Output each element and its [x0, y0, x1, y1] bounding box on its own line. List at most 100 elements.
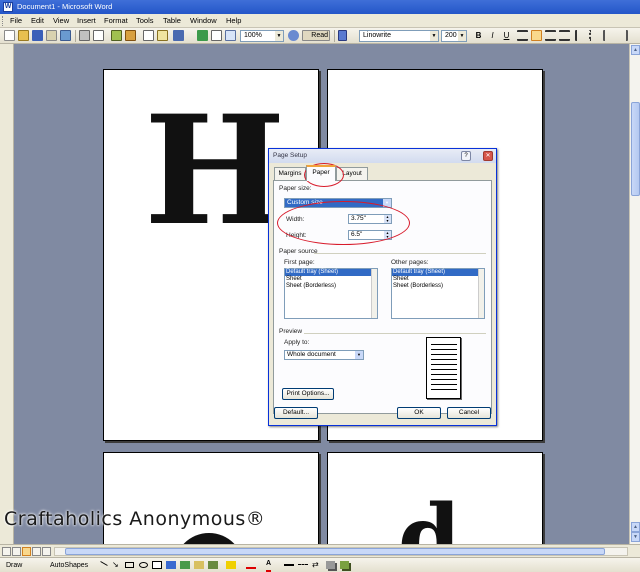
- italic-icon[interactable]: I: [487, 30, 498, 41]
- menu-table[interactable]: Table: [163, 14, 181, 28]
- justify-icon[interactable]: [559, 30, 570, 41]
- dash-style-icon[interactable]: [298, 564, 308, 565]
- dialog-close-button[interactable]: ✕: [483, 151, 493, 161]
- open-folder-icon[interactable]: [18, 30, 29, 41]
- cut-icon[interactable]: [143, 30, 154, 41]
- rectangle-tool-icon[interactable]: [125, 562, 134, 568]
- list-item[interactable]: Default tray (Sheet): [285, 269, 377, 276]
- ok-button[interactable]: OK: [397, 407, 441, 419]
- vertical-scrollbar[interactable]: ▲ ▲ ▼: [629, 44, 640, 544]
- menu-window[interactable]: Window: [190, 14, 217, 28]
- fill-color-icon[interactable]: [226, 561, 236, 569]
- arrow-tool-icon[interactable]: ↘: [112, 561, 119, 569]
- menu-view[interactable]: View: [53, 14, 69, 28]
- print-options-button[interactable]: Print Options...: [282, 388, 334, 400]
- first-page-listbox[interactable]: Default tray (Sheet) Sheet Sheet (Border…: [284, 268, 378, 319]
- web-layout-view-icon[interactable]: [12, 547, 21, 556]
- align-right-icon[interactable]: [545, 30, 556, 41]
- listbox-scrollbar[interactable]: [478, 269, 484, 318]
- normal-view-icon[interactable]: [2, 547, 11, 556]
- 3d-style-icon[interactable]: [340, 561, 349, 569]
- menu-help[interactable]: Help: [226, 14, 241, 28]
- menubar-grip[interactable]: [2, 16, 5, 26]
- font-size-dropdown-icon[interactable]: ▼: [458, 31, 466, 41]
- horizontal-scrollbar[interactable]: [54, 547, 628, 556]
- help-icon[interactable]: [288, 30, 299, 41]
- wordart-icon[interactable]: [166, 561, 176, 569]
- email-icon[interactable]: [60, 30, 71, 41]
- line-color-icon[interactable]: [246, 561, 256, 569]
- reading-layout-view-icon[interactable]: [42, 547, 51, 556]
- align-center-icon[interactable]: [531, 30, 542, 41]
- clip-art-icon[interactable]: [194, 561, 204, 569]
- styles-icon[interactable]: [338, 30, 347, 41]
- zoom-dropdown-icon[interactable]: ▼: [275, 31, 283, 41]
- list-item[interactable]: Sheet (Borderless): [285, 283, 377, 290]
- menu-insert[interactable]: Insert: [77, 14, 96, 28]
- list-item[interactable]: Sheet (Borderless): [392, 283, 484, 290]
- page-3[interactable]: [103, 452, 319, 572]
- font-size-select[interactable]: 200 ▼: [441, 30, 467, 42]
- menu-edit[interactable]: Edit: [31, 14, 44, 28]
- menu-tools[interactable]: Tools: [136, 14, 154, 28]
- dialog-help-button[interactable]: ?: [461, 151, 471, 161]
- menu-format[interactable]: Format: [104, 14, 128, 28]
- horizontal-scroll-thumb[interactable]: [65, 548, 605, 555]
- next-page-icon[interactable]: ▼: [631, 532, 640, 542]
- spelling-icon[interactable]: [111, 30, 122, 41]
- drawing-toolbar: Draw AutoShapes ↘ A ⇄: [0, 557, 640, 572]
- line-tool-icon[interactable]: [100, 561, 108, 566]
- print-icon[interactable]: [79, 30, 90, 41]
- read-button[interactable]: Read: [302, 30, 330, 41]
- paste-icon[interactable]: [157, 30, 168, 41]
- numbering-icon[interactable]: [575, 30, 586, 41]
- menu-file[interactable]: File: [10, 14, 22, 28]
- oval-tool-icon[interactable]: [139, 562, 148, 568]
- cancel-button[interactable]: Cancel: [447, 407, 491, 419]
- font-name-select[interactable]: Linowrite ▼: [359, 30, 439, 42]
- list-item[interactable]: Sheet: [392, 276, 484, 283]
- outline-view-icon[interactable]: [32, 547, 41, 556]
- line-style-icon[interactable]: [284, 564, 294, 566]
- default-button[interactable]: Default...: [274, 407, 318, 419]
- research-icon[interactable]: [125, 30, 136, 41]
- save-icon[interactable]: [32, 30, 43, 41]
- shadow-style-icon[interactable]: [326, 561, 335, 569]
- align-left-icon[interactable]: [517, 30, 528, 41]
- bullets-icon[interactable]: [589, 30, 600, 41]
- scroll-up-icon[interactable]: ▲: [631, 45, 640, 55]
- arrow-style-icon[interactable]: ⇄: [312, 561, 319, 569]
- increase-indent-icon[interactable]: [617, 30, 628, 41]
- tab-paper[interactable]: Paper: [306, 165, 336, 181]
- list-item[interactable]: Sheet: [285, 276, 377, 283]
- previous-page-icon[interactable]: ▲: [631, 522, 640, 532]
- decrease-indent-icon[interactable]: [603, 30, 614, 41]
- font-name-dropdown-icon[interactable]: ▼: [430, 31, 438, 41]
- print-preview-icon[interactable]: [93, 30, 104, 41]
- zoom-select[interactable]: 100% ▼: [240, 30, 284, 42]
- autoshapes-menu[interactable]: AutoShapes: [50, 558, 88, 572]
- hyperlink-icon[interactable]: [197, 30, 208, 41]
- underline-icon[interactable]: U: [501, 30, 512, 41]
- permission-icon[interactable]: [46, 30, 57, 41]
- list-item[interactable]: Default tray (Sheet): [392, 269, 484, 276]
- diagram-icon[interactable]: [180, 561, 190, 569]
- tab-margins[interactable]: Margins: [274, 167, 306, 180]
- table-icon[interactable]: [211, 30, 222, 41]
- new-document-icon[interactable]: [4, 30, 15, 41]
- print-layout-view-icon[interactable]: [22, 547, 31, 556]
- apply-to-select[interactable]: Whole document ▼: [284, 350, 364, 360]
- columns-icon[interactable]: [225, 30, 236, 41]
- page-4[interactable]: d: [327, 452, 543, 572]
- draw-menu[interactable]: Draw: [6, 558, 22, 572]
- other-pages-listbox[interactable]: Default tray (Sheet) Sheet Sheet (Border…: [391, 268, 485, 319]
- font-color-icon[interactable]: A: [266, 558, 272, 572]
- apply-to-dropdown-icon[interactable]: ▼: [355, 351, 363, 359]
- scroll-thumb[interactable]: [631, 102, 640, 196]
- undo-icon[interactable]: [173, 30, 184, 41]
- divider: [304, 333, 486, 334]
- picture-icon[interactable]: [208, 561, 218, 569]
- text-box-icon[interactable]: [152, 561, 162, 569]
- bold-icon[interactable]: B: [473, 30, 484, 41]
- listbox-scrollbar[interactable]: [371, 269, 377, 318]
